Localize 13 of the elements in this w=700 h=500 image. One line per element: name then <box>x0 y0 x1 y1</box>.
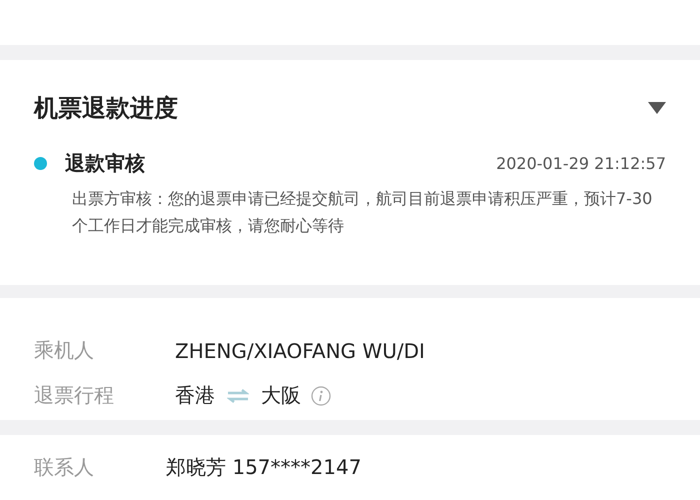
passenger-name: ZHENG/XIAOFANG WU/DI <box>175 338 425 362</box>
route-origin: 香港 <box>175 382 215 409</box>
swap-arrows-icon <box>227 388 249 402</box>
contact-value: 郑晓芳 157****2147 <box>166 454 362 481</box>
collapse-triangle-icon[interactable] <box>648 102 666 114</box>
step-status: 退款审核 <box>65 150 146 177</box>
contact-label: 联系人 <box>34 454 95 481</box>
step-description: 出票方审核：您的退票申请已经提交航司，航司目前退票申请积压严重，预计7-30个工作日才能完成审核，请您耐心等待 <box>72 188 654 237</box>
section-title: 机票退款进度 <box>34 93 178 124</box>
passenger-label: 乘机人 <box>34 337 95 364</box>
step-time: 2020-01-29 21:12:57 <box>496 154 666 173</box>
route-destination: 大阪 <box>261 382 301 409</box>
route-label: 退票行程 <box>34 382 115 409</box>
